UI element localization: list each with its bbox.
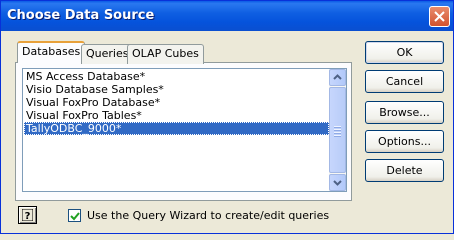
options-label: Options... xyxy=(378,135,431,148)
query-wizard-label[interactable]: Use the Query Wizard to create/edit quer… xyxy=(87,209,329,222)
query-wizard-checkbox[interactable] xyxy=(68,209,81,222)
list-item-selected[interactable]: TallyODBC_9000* xyxy=(24,122,329,135)
cancel-label: Cancel xyxy=(385,75,424,88)
vertical-scrollbar[interactable] xyxy=(329,69,346,191)
tab-databases[interactable]: Databases xyxy=(17,41,86,63)
list-item[interactable]: Visual FoxPro Database* xyxy=(24,96,160,109)
title-bar[interactable]: Choose Data Source xyxy=(1,1,453,31)
scroll-up-button[interactable] xyxy=(329,69,346,86)
scroll-thumb[interactable] xyxy=(329,87,346,173)
ok-button[interactable]: OK xyxy=(365,41,444,64)
delete-label: Delete xyxy=(386,164,423,177)
dialog-title: Choose Data Source xyxy=(7,8,155,23)
chevron-up-icon xyxy=(333,74,342,80)
tab-queries[interactable]: Queries xyxy=(81,44,134,64)
grip-line xyxy=(334,129,341,130)
ok-label: OK xyxy=(396,46,413,59)
grip-line xyxy=(334,126,341,127)
help-question-icon: ? xyxy=(22,209,33,221)
tab-label: Databases xyxy=(22,45,81,58)
options-button[interactable]: Options... xyxy=(365,130,444,153)
choose-data-source-dialog: Choose Data Source Databases Queries OLA… xyxy=(0,0,454,234)
grip-line xyxy=(334,135,341,136)
scroll-down-button[interactable] xyxy=(329,174,346,191)
close-icon xyxy=(434,11,445,22)
list-item[interactable]: MS Access Database* xyxy=(24,70,145,83)
close-button[interactable] xyxy=(429,6,450,27)
checkmark-icon xyxy=(70,212,80,221)
help-button[interactable]: ? xyxy=(18,206,37,224)
cancel-button[interactable]: Cancel xyxy=(365,70,444,93)
data-source-list[interactable]: MS Access Database* Visio Database Sampl… xyxy=(22,68,347,192)
list-item[interactable]: Visual FoxPro Tables* xyxy=(24,109,142,122)
chevron-down-icon xyxy=(333,180,342,186)
delete-button[interactable]: Delete xyxy=(365,159,444,182)
browse-label: Browse... xyxy=(379,106,430,119)
grip-line xyxy=(334,132,341,133)
tab-olap-cubes[interactable]: OLAP Cubes xyxy=(127,44,204,64)
tab-label: Queries xyxy=(86,47,129,60)
tab-label: OLAP Cubes xyxy=(132,47,199,60)
list-item[interactable]: Visio Database Samples* xyxy=(24,83,164,96)
browse-button[interactable]: Browse... xyxy=(365,101,444,124)
svg-text:?: ? xyxy=(25,211,31,221)
